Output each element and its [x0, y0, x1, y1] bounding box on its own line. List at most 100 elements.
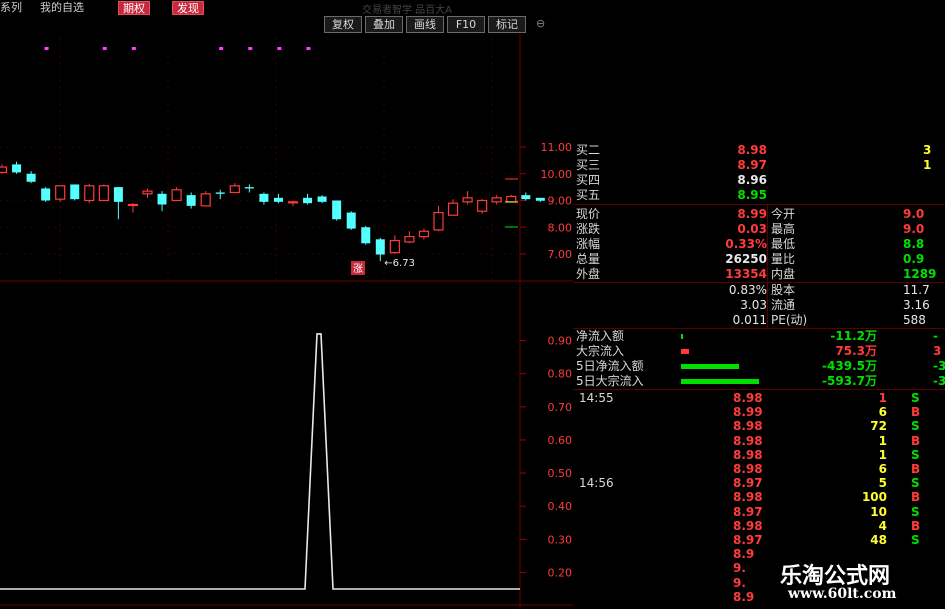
bid-volume: 3 — [923, 143, 932, 157]
signal-mark — [277, 47, 282, 50]
quote-label: 现价 — [576, 207, 601, 221]
stat-value-2: 3.16 — [903, 298, 930, 312]
indicator-y-label: 0.40 — [548, 500, 573, 513]
tick-row: 8.97 48 S — [573, 533, 945, 548]
indicator-y-label: 0.30 — [548, 533, 573, 546]
signal-mark — [248, 47, 253, 50]
candle-body — [259, 193, 269, 202]
tick-row: 8.98 100 B — [573, 490, 945, 505]
tab-3[interactable]: 发现 — [172, 1, 204, 15]
tick-row: 8.99 6 B — [573, 405, 945, 420]
kline-chart-area[interactable]: 11.00 10.00 9.00 8.00 7.00 ←6.73 涨 0.90 0.80 0.70… — [0, 34, 573, 609]
bid-label: 买三 — [576, 158, 601, 172]
tab-0[interactable]: 系列 — [0, 1, 22, 15]
candle — [332, 200, 342, 221]
quote-value: 0.33% — [725, 237, 767, 251]
stat-row: 3.03 流通 3.16 — [573, 298, 945, 313]
quote-value: 8.99 — [737, 207, 767, 221]
candle — [229, 183, 240, 194]
signal-mark — [219, 47, 224, 50]
quote-row: 涨幅 0.33% 最低 8.8 — [573, 237, 945, 252]
candle-body — [303, 197, 313, 204]
candle-body — [462, 197, 473, 203]
candle — [317, 195, 327, 204]
candle — [41, 187, 51, 202]
toolbar-button-1[interactable]: 叠加 — [365, 16, 403, 33]
flow-value: -439.5万 — [822, 359, 877, 373]
toolbar-button-4[interactable]: 标记 — [488, 16, 526, 33]
candle-body — [142, 190, 153, 195]
chart-title: 交易者智学 品百大A — [362, 5, 453, 16]
flow-tail: 3 — [933, 344, 942, 358]
candle-body — [12, 164, 22, 173]
flow-bar — [681, 379, 759, 384]
candle-body — [506, 195, 517, 203]
candle — [200, 191, 211, 207]
tick-volume: 48 — [870, 533, 887, 547]
quote-panel: 买二 8.98 3 买三 8.97 1 买四 8.96 买五 8.95 现价 8.99 今开 9.0 涨跌 0… — [573, 136, 945, 609]
tick-volume: 6 — [878, 405, 887, 420]
indicator-y-label: 0.20 — [548, 566, 573, 579]
tick-row: 8.98 1 S — [573, 448, 945, 463]
flow-label: 5日净流入额 — [576, 359, 644, 373]
candle — [287, 200, 299, 206]
flow-row: 大宗流入 75.3万 3 — [573, 344, 945, 359]
candle — [433, 205, 444, 232]
candle-body — [84, 185, 95, 202]
bid-label: 买五 — [576, 188, 601, 202]
quote-value-2: 9.0 — [903, 222, 925, 236]
indicator-y-label: 0.90 — [548, 335, 573, 348]
candle-body — [113, 187, 123, 202]
quote-value: 26250 — [725, 252, 767, 266]
tick-price: 8.97 — [733, 476, 763, 491]
indicator-line — [0, 333, 520, 590]
signal-mark — [102, 47, 107, 50]
tick-side: S — [911, 419, 920, 434]
candle — [303, 193, 313, 205]
quote-value-2: 9.0 — [903, 207, 925, 221]
candle — [0, 164, 8, 174]
candle-body — [244, 187, 254, 189]
flow-bar — [681, 349, 689, 354]
bid-label: 买二 — [576, 143, 601, 157]
quote-label-2: 今开 — [771, 207, 796, 221]
candle — [157, 191, 167, 212]
flow-label: 净流入额 — [576, 329, 625, 343]
toolbar-button-0[interactable]: 复权 — [324, 16, 362, 33]
toolbar-button-3[interactable]: F10 — [447, 16, 485, 33]
tick-row: 8.97 10 S — [573, 505, 945, 520]
tab-2[interactable]: 期权 — [118, 1, 150, 15]
candle-body — [127, 203, 139, 207]
window-control-icon[interactable]: ⊖ — [536, 17, 545, 30]
tick-volume: 72 — [870, 419, 887, 434]
bid-row: 买三 8.97 1 — [573, 158, 945, 173]
stat-label: 股本 — [771, 283, 796, 297]
candle-body — [186, 195, 196, 206]
bid-price: 8.98 — [737, 143, 767, 157]
tick-price: 8.97 — [733, 504, 763, 519]
tick-price: 8.98 — [733, 391, 763, 405]
y-axis-label: 10.00 — [541, 168, 573, 181]
candle — [26, 171, 36, 184]
candle — [55, 185, 66, 202]
tick-row: 8.98 72 S — [573, 419, 945, 434]
candle — [389, 235, 400, 254]
candle-body — [41, 188, 51, 201]
candle-body — [273, 197, 283, 202]
tick-price: 8.9 — [733, 589, 755, 604]
stat-row: 0.83% 股本 11.7 — [573, 283, 945, 298]
tab-1[interactable]: 我的自选 — [40, 1, 84, 15]
flow-value: 75.3万 — [835, 344, 877, 358]
candle-body — [521, 195, 531, 200]
candle-body — [491, 197, 502, 203]
y-axis-label: 7.00 — [548, 248, 573, 261]
watermark-url: www.60lt.com — [788, 586, 897, 602]
candle-body — [215, 192, 225, 194]
candle-body — [98, 185, 109, 202]
candle-body — [26, 173, 36, 182]
quote-row: 外盘 13354 内盘 1289 — [573, 267, 945, 282]
tick-side: B — [911, 405, 921, 420]
toolbar-button-2[interactable]: 画线 — [406, 16, 444, 33]
candle-body — [171, 189, 182, 202]
tick-side: B — [911, 462, 921, 476]
